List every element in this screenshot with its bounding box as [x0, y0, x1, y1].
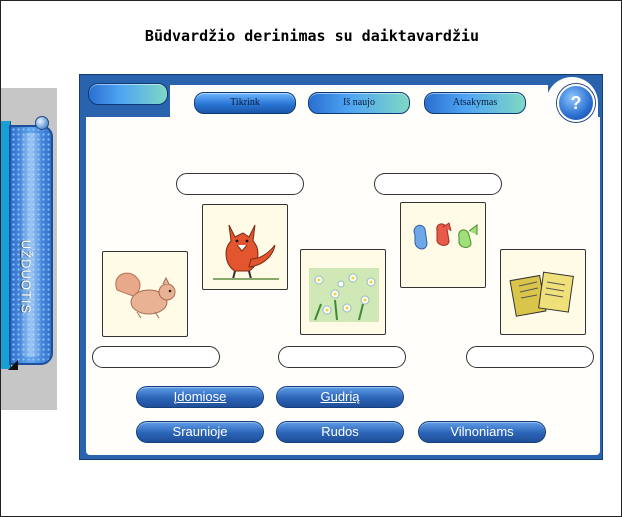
knob-icon	[35, 116, 49, 130]
help-button[interactable]: ?	[557, 84, 595, 122]
answer-slot-4[interactable]	[278, 346, 406, 368]
answer-slot-3[interactable]	[92, 346, 220, 368]
card-fox	[202, 204, 288, 290]
word-tile-4[interactable]: Rudos	[276, 421, 404, 443]
side-panel: UŽDUOTIS	[1, 88, 57, 410]
card-daisies	[300, 249, 386, 335]
card-mittens	[400, 202, 486, 288]
task-tab-label: UŽDUOTIS	[18, 239, 34, 315]
menu-button[interactable]	[88, 83, 168, 105]
word-tile-1[interactable]: Įdomiose	[136, 386, 264, 408]
word-tile-3[interactable]: Sraunioje	[136, 421, 264, 443]
check-button[interactable]: Tikrink	[194, 92, 296, 114]
exercise-title: Būdvardžio derinimas su daiktavardžiu	[144, 27, 480, 45]
app-window: Būdvardžio derinimas su daiktavardžiu UŽ…	[0, 0, 622, 517]
card-books	[500, 249, 586, 335]
daisy-field-picture	[309, 268, 379, 322]
reset-button[interactable]: Iš naujo	[308, 92, 410, 114]
answer-button[interactable]: Atsakymas	[424, 92, 526, 114]
squirrel-picture	[115, 272, 176, 319]
answer-slot-5[interactable]	[466, 346, 594, 368]
answer-slot-2[interactable]	[374, 173, 502, 195]
fox-picture	[213, 224, 279, 280]
exercise-panel: Tikrink Iš naujo Atsakymas ? Įdomiose Gu…	[79, 74, 603, 460]
books-picture	[509, 271, 574, 317]
answer-slot-1[interactable]	[176, 173, 304, 195]
card-squirrel	[102, 251, 188, 337]
word-tile-2[interactable]: Gudrią	[276, 386, 404, 408]
task-tab[interactable]: UŽDUOTIS	[9, 125, 53, 365]
word-tile-5[interactable]: Vilnoniams	[418, 421, 546, 443]
mittens-picture	[413, 222, 478, 250]
